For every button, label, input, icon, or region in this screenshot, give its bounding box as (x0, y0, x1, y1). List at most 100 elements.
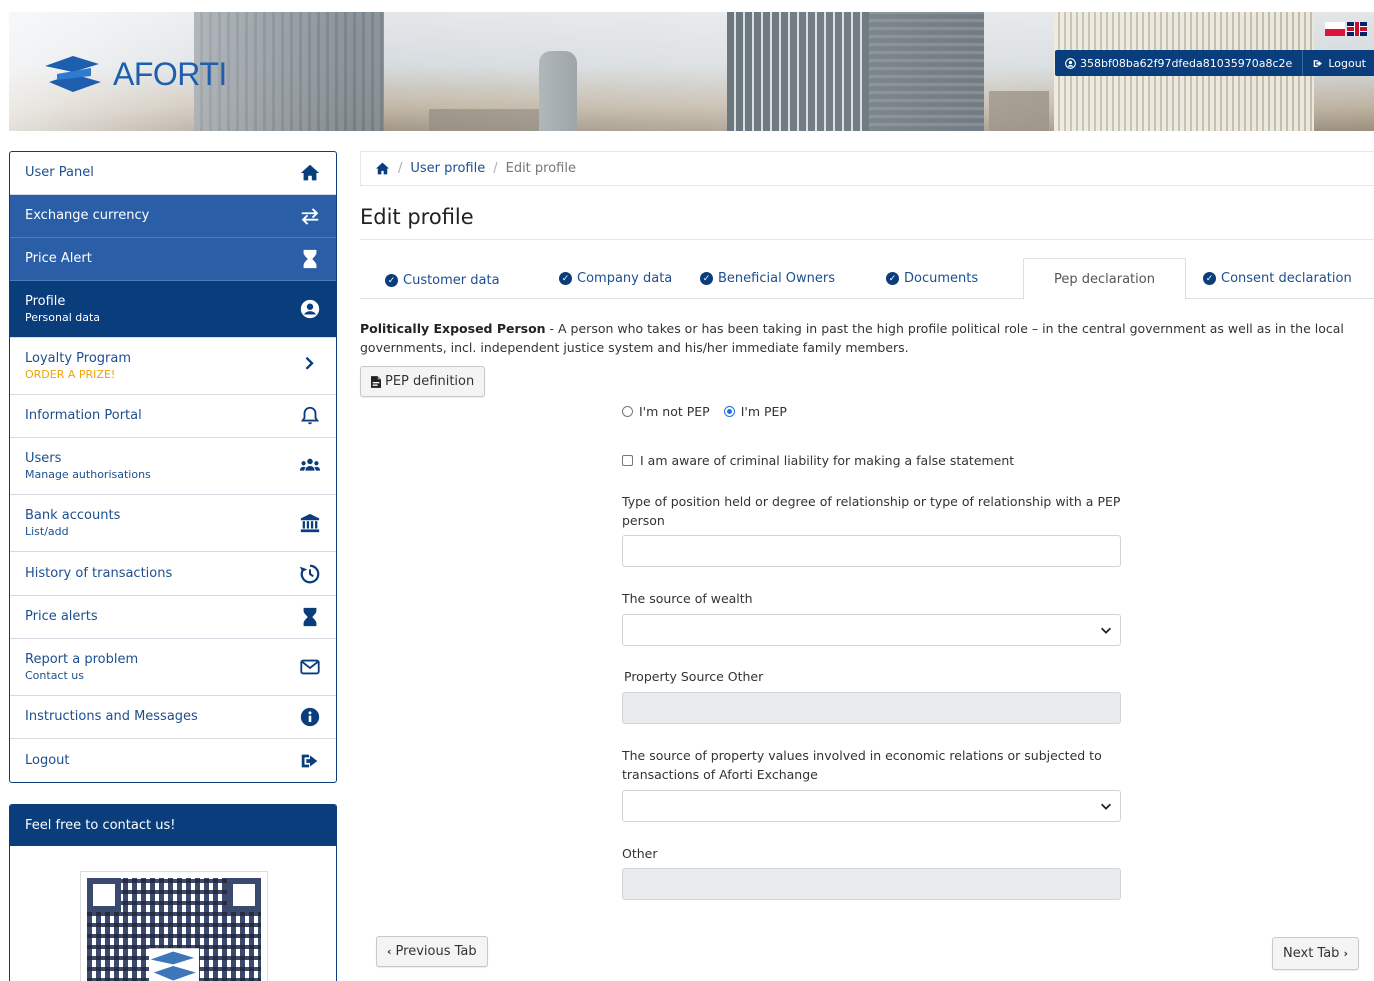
check-circle-icon: ✓ (700, 272, 713, 285)
contact-title: Feel free to contact us! (10, 805, 336, 846)
tab-label: Pep declaration (1054, 271, 1155, 287)
criminal-liability-checkbox[interactable] (622, 455, 633, 466)
sidebar-item-information-portal[interactable]: Information Portal (10, 395, 336, 438)
sidebar-item-report-a-problem[interactable]: Report a problem Contact us (10, 639, 336, 696)
previous-tab-button[interactable]: ‹ Previous Tab (376, 936, 488, 967)
sidebar-item-label: Price alerts (25, 609, 98, 624)
language-switcher (1325, 22, 1367, 36)
user-circle-icon (298, 297, 322, 321)
sidebar-item-sublabel: List/add (25, 525, 69, 538)
chevron-right-icon (298, 354, 322, 378)
sidebar-nav: User Panel Exchange currency Price Alert… (9, 151, 337, 783)
sidebar-item-users[interactable]: Users Manage authorisations (10, 438, 336, 495)
hourglass-icon (298, 247, 322, 271)
sidebar-item-label: Logout (25, 752, 70, 768)
sidebar-item-profile[interactable]: Profile Personal data (10, 281, 336, 338)
tab-company-data[interactable]: ✓ Company data (559, 258, 672, 299)
sidebar-item-label: Loyalty Program (25, 351, 132, 366)
qr-pattern (87, 878, 261, 981)
tab-label: Consent declaration (1221, 271, 1352, 286)
user-id-button[interactable]: 358bf08ba62f97dfeda81035970a8c2e (1055, 50, 1304, 76)
breadcrumb-user-profile[interactable]: User profile (410, 161, 485, 176)
tab-documents[interactable]: ✓ Documents (886, 258, 978, 299)
sidebar-item-loyalty-program[interactable]: Loyalty Program ORDER A PRIZE! (10, 338, 336, 395)
other-input (622, 868, 1121, 900)
chevron-down-icon (1101, 803, 1111, 810)
flag-pl-icon[interactable] (1325, 22, 1345, 36)
sidebar-item-label: History of transactions (25, 565, 173, 581)
chevron-down-icon (1101, 627, 1111, 634)
next-tab-button[interactable]: Next Tab › (1272, 937, 1359, 970)
wealth-label: The source of wealth (622, 591, 753, 606)
sidebar-item-sublabel: ORDER A PRIZE! (25, 368, 116, 381)
previous-tab-label: Previous Tab (395, 944, 477, 959)
sidebar-item-exchange-currency[interactable]: Exchange currency (10, 195, 336, 238)
breadcrumb: / User profile / Edit profile (360, 151, 1374, 186)
tab-label: Customer data (403, 273, 500, 288)
tab-label: Beneficial Owners (718, 271, 836, 286)
file-pdf-icon (371, 375, 381, 388)
chevron-left-icon: ‹ (387, 945, 392, 958)
sidebar-item-label: Bank accounts (25, 508, 121, 523)
pep-definition-button[interactable]: PEP definition (360, 366, 486, 397)
tab-customer-data[interactable]: ✓ Customer data (385, 260, 500, 301)
tab-pep-declaration[interactable]: Pep declaration (1023, 258, 1186, 300)
header-logout-button[interactable]: Logout (1303, 50, 1374, 76)
sidebar-item-label: Profile (25, 294, 66, 309)
sidebar-item-instructions-and-messages[interactable]: Instructions and Messages (10, 696, 336, 739)
pep-definition-label: PEP definition (385, 374, 475, 389)
criminal-liability-row: I am aware of criminal liability for mak… (622, 453, 1014, 468)
hourglass-icon (298, 605, 322, 629)
breadcrumb-separator: / (493, 161, 498, 176)
info-icon (298, 705, 322, 729)
tab-label: Documents (904, 271, 979, 286)
envelope-icon (298, 655, 322, 679)
user-id-text: 358bf08ba62f97dfeda81035970a8c2e (1080, 56, 1293, 70)
profile-tabs: ✓ Customer data ✓ Company data ✓ Benefic… (360, 258, 1374, 301)
sidebar-item-price-alert[interactable]: Price Alert (10, 238, 336, 281)
users-icon (298, 454, 322, 478)
property-other-label: Property Source Other (624, 669, 764, 684)
radio-pep[interactable] (723, 406, 735, 417)
flag-uk-icon[interactable] (1347, 22, 1367, 36)
pep-term: Politically Exposed Person (360, 321, 546, 336)
qr-corner (87, 878, 121, 912)
qr-code[interactable] (80, 871, 268, 981)
wealth-select[interactable] (622, 614, 1121, 646)
home-icon (298, 161, 322, 185)
property-source-select[interactable] (622, 790, 1121, 822)
exchange-icon (298, 204, 322, 228)
position-input[interactable] (622, 535, 1121, 567)
tab-consent-declaration[interactable]: ✓ Consent declaration (1203, 258, 1352, 299)
sidebar-item-label: Report a problem (25, 652, 139, 667)
sidebar-item-label: Information Portal (25, 408, 142, 423)
main-content: / User profile / Edit profile Edit profi… (360, 151, 1374, 970)
property-source-label: The source of property values involved i… (622, 748, 1102, 782)
bank-icon (298, 511, 322, 535)
page-title: Edit profile (360, 205, 1374, 240)
sidebar-item-label: Exchange currency (25, 208, 150, 223)
bell-icon (298, 404, 322, 428)
check-circle-icon: ✓ (559, 272, 572, 285)
pep-description: Politically Exposed Person - A person wh… (360, 319, 1370, 357)
sidebar-item-logout[interactable]: Logout (10, 739, 336, 782)
radio-not-pep[interactable] (622, 406, 633, 417)
tab-beneficial-owners[interactable]: ✓ Beneficial Owners (700, 258, 835, 299)
check-circle-icon: ✓ (886, 272, 899, 285)
next-tab-label: Next Tab (1283, 946, 1340, 961)
sidebar-item-label: Users (25, 451, 62, 466)
chevron-right-icon: › (1343, 947, 1348, 960)
user-bar: 358bf08ba62f97dfeda81035970a8c2e Logout (1055, 50, 1374, 76)
check-circle-icon: ✓ (385, 274, 398, 287)
sidebar-item-label: Price Alert (25, 251, 92, 266)
sidebar-item-history-of-transactions[interactable]: History of transactions (10, 552, 336, 596)
sidebar-item-user-panel[interactable]: User Panel (10, 152, 336, 195)
radio-pep-label: I'm PEP (740, 404, 787, 419)
sidebar-item-bank-accounts[interactable]: Bank accounts List/add (10, 495, 336, 552)
sidebar-item-price-alerts[interactable]: Price alerts (10, 596, 336, 639)
logo-text: AFORTI (113, 55, 227, 92)
criminal-liability-label: I am aware of criminal liability for mak… (640, 453, 1015, 468)
sidebar-item-label: User Panel (25, 165, 94, 180)
home-icon[interactable] (375, 162, 390, 175)
aforti-logo[interactable]: AFORTI (43, 52, 227, 96)
